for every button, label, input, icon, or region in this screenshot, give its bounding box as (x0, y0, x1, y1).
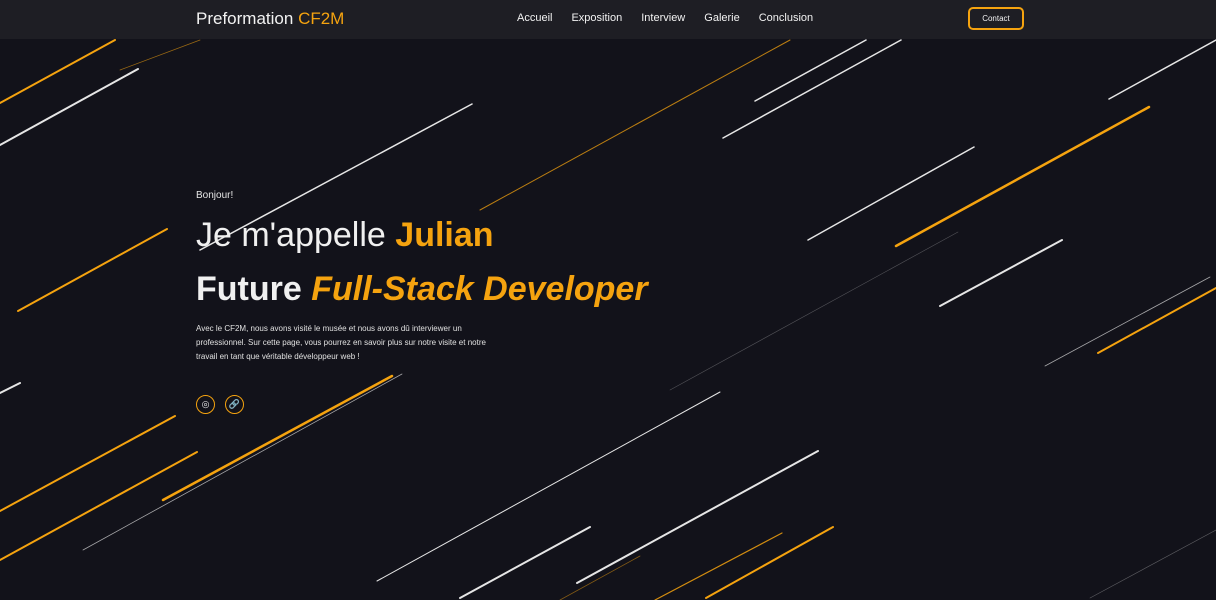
github-icon[interactable]: ◎ (196, 395, 215, 414)
streak (17, 228, 168, 312)
streak (0, 382, 21, 394)
streak (754, 39, 867, 102)
streak (1044, 276, 1211, 367)
streak (722, 39, 902, 139)
nav-link-conclusion[interactable]: Conclusion (759, 12, 813, 24)
streak (894, 105, 1151, 248)
hero-title: Je m'appelle Julian (196, 216, 494, 255)
hero-description: Avec le CF2M, nous avons visité le musée… (196, 324, 486, 361)
brand-logo[interactable]: Preformation CF2M (196, 9, 344, 29)
link-icon[interactable]: 🔗 (225, 395, 244, 414)
streak (459, 526, 591, 599)
streak (376, 391, 721, 582)
hero-subtitle: Future Full-Stack Developer (196, 270, 648, 309)
streak (576, 450, 819, 584)
hero-subtitle-prefix: Future (196, 270, 302, 308)
nav-links: Accueil Exposition Interview Galerie Con… (517, 12, 832, 24)
streak (119, 39, 201, 71)
brand-accent: CF2M (298, 9, 345, 28)
nav-link-galerie[interactable]: Galerie (704, 12, 739, 24)
hero-title-prefix: Je m'appelle (196, 216, 386, 254)
page: Preformation CF2M Accueil Exposition Int… (0, 0, 1216, 600)
streak (0, 39, 116, 104)
nav-link-exposition[interactable]: Exposition (571, 12, 622, 24)
streak (669, 231, 959, 391)
streak (479, 39, 791, 211)
nav-link-interview[interactable]: Interview (641, 12, 685, 24)
streak (559, 555, 641, 600)
hero-greeting: Bonjour! (196, 190, 234, 201)
contact-button[interactable]: Contact (968, 7, 1024, 30)
hero-name: Julian (395, 216, 494, 254)
hero-section: Bonjour! Je m'appelle Julian Future Full… (196, 190, 648, 414)
hero-role: Full-Stack Developer (311, 270, 648, 308)
streak (0, 415, 176, 512)
streak (807, 146, 975, 241)
streak (1108, 39, 1216, 100)
streak (0, 68, 139, 146)
streak (0, 451, 198, 561)
navbar: Preformation CF2M Accueil Exposition Int… (0, 0, 1216, 39)
streak (1097, 287, 1216, 354)
social-links: ◎ 🔗 (196, 395, 244, 414)
brand-name: Preformation (196, 9, 294, 28)
nav-link-accueil[interactable]: Accueil (517, 12, 552, 24)
streak (939, 239, 1063, 307)
streak (1089, 529, 1216, 599)
